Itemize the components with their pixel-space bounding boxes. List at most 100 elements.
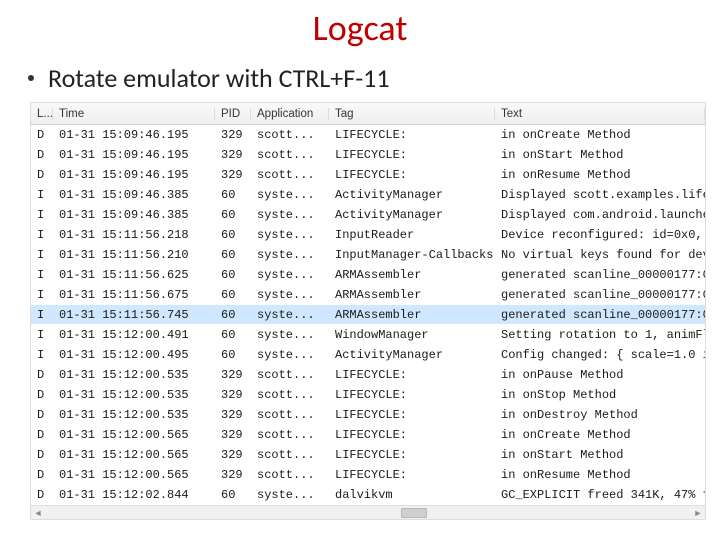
cell-level: D [31,468,53,482]
cell-text: in onCreate Method [495,128,705,142]
cell-level: I [31,288,53,302]
log-row[interactable]: D01-31 15:12:00.565329scott...LIFECYCLE:… [31,465,705,485]
log-row[interactable]: D01-31 15:12:00.535329scott...LIFECYCLE:… [31,365,705,385]
cell-text: Setting rotation to 1, animFlags [495,328,705,342]
cell-text: in onStart Method [495,448,705,462]
log-row[interactable]: I01-31 15:11:56.21860syste...InputReader… [31,225,705,245]
cell-pid: 329 [215,168,251,182]
cell-text: Displayed com.android.launcher/c [495,208,705,222]
cell-level: I [31,348,53,362]
cell-tag: LIFECYCLE: [329,408,495,422]
cell-text: Config changed: { scale=1.0 imsi [495,348,705,362]
cell-level: D [31,128,53,142]
log-row[interactable]: I01-31 15:09:46.38560syste...ActivityMan… [31,185,705,205]
log-row[interactable]: D01-31 15:12:00.565329scott...LIFECYCLE:… [31,445,705,465]
cell-pid: 60 [215,328,251,342]
cell-pid: 329 [215,448,251,462]
cell-text: in onCreate Method [495,428,705,442]
header-text[interactable]: Text [495,108,705,120]
cell-pid: 60 [215,488,251,502]
cell-pid: 329 [215,468,251,482]
cell-tag: InputManager-Callbacks [329,248,495,262]
cell-app: syste... [251,488,329,502]
cell-text: in onStop Method [495,388,705,402]
cell-time: 01-31 15:11:56.625 [53,268,215,282]
cell-app: syste... [251,228,329,242]
cell-time: 01-31 15:12:00.565 [53,448,215,462]
cell-tag: LIFECYCLE: [329,448,495,462]
cell-time: 01-31 15:11:56.218 [53,228,215,242]
cell-time: 01-31 15:12:00.495 [53,348,215,362]
cell-app: syste... [251,268,329,282]
cell-tag: ARMAssembler [329,268,495,282]
cell-time: 01-31 15:12:00.565 [53,428,215,442]
cell-level: D [31,168,53,182]
cell-text: generated scanline_00000177:035 [495,308,705,322]
cell-time: 01-31 15:12:00.491 [53,328,215,342]
header-app[interactable]: Application [251,108,329,120]
cell-text: Device reconfigured: id=0x0, nam [495,228,705,242]
log-row[interactable]: D01-31 15:09:46.195329scott...LIFECYCLE:… [31,165,705,185]
cell-app: syste... [251,208,329,222]
cell-pid: 60 [215,348,251,362]
log-row[interactable]: D01-31 15:09:46.195329scott...LIFECYCLE:… [31,145,705,165]
cell-tag: LIFECYCLE: [329,468,495,482]
cell-pid: 60 [215,288,251,302]
cell-level: D [31,448,53,462]
log-row[interactable]: I01-31 15:09:46.38560syste...ActivityMan… [31,205,705,225]
cell-app: scott... [251,168,329,182]
bullet-icon [28,75,34,81]
bullet-text: Rotate emulator with CTRL+F-11 [48,62,390,94]
cell-pid: 60 [215,208,251,222]
header-time[interactable]: Time [53,108,215,120]
cell-time: 01-31 15:09:46.385 [53,188,215,202]
cell-tag: LIFECYCLE: [329,388,495,402]
cell-level: D [31,488,53,502]
cell-text: in onStart Method [495,148,705,162]
cell-text: No virtual keys found for device [495,248,705,262]
log-row[interactable]: I01-31 15:11:56.62560syste...ARMAssemble… [31,265,705,285]
log-row[interactable]: I01-31 15:11:56.67560syste...ARMAssemble… [31,285,705,305]
log-row[interactable]: D01-31 15:12:02.84460syste...dalvikvmGC_… [31,485,705,505]
slide-title: Logcat [0,6,720,50]
header-level[interactable]: L... [31,108,53,120]
horizontal-scrollbar[interactable]: ◄ ► [31,505,705,519]
cell-app: syste... [251,348,329,362]
bullet-item: Rotate emulator with CTRL+F-11 [28,62,720,94]
scroll-left-icon[interactable]: ◄ [31,506,45,519]
cell-text: generated scanline_00000177:035 [495,288,705,302]
cell-app: syste... [251,248,329,262]
cell-tag: LIFECYCLE: [329,368,495,382]
log-row[interactable]: D01-31 15:12:00.535329scott...LIFECYCLE:… [31,385,705,405]
log-row[interactable]: D01-31 15:12:00.565329scott...LIFECYCLE:… [31,425,705,445]
cell-text: GC_EXPLICIT freed 341K, 47% free [495,488,705,502]
log-row[interactable]: D01-31 15:09:46.195329scott...LIFECYCLE:… [31,125,705,145]
log-row[interactable]: I01-31 15:11:56.21060syste...InputManage… [31,245,705,265]
cell-level: I [31,328,53,342]
cell-text: in onResume Method [495,468,705,482]
header-tag[interactable]: Tag [329,108,495,120]
cell-time: 01-31 15:09:46.195 [53,148,215,162]
cell-pid: 329 [215,408,251,422]
cell-pid: 329 [215,148,251,162]
cell-time: 01-31 15:09:46.195 [53,168,215,182]
header-pid[interactable]: PID [215,108,251,120]
cell-app: scott... [251,468,329,482]
cell-time: 01-31 15:11:56.210 [53,248,215,262]
cell-text: Displayed scott.examples.life.Cy [495,188,705,202]
cell-time: 01-31 15:11:56.675 [53,288,215,302]
cell-pid: 60 [215,268,251,282]
cell-app: syste... [251,288,329,302]
log-row[interactable]: I01-31 15:11:56.74560syste...ARMAssemble… [31,305,705,325]
cell-text: in onDestroy Method [495,408,705,422]
log-row[interactable]: D01-31 15:12:00.535329scott...LIFECYCLE:… [31,405,705,425]
cell-time: 01-31 15:11:56.745 [53,308,215,322]
scroll-right-icon[interactable]: ► [691,506,705,519]
cell-app: syste... [251,188,329,202]
log-row[interactable]: I01-31 15:12:00.49160syste...WindowManag… [31,325,705,345]
scroll-thumb[interactable] [401,508,427,518]
log-row[interactable]: I01-31 15:12:00.49560syste...ActivityMan… [31,345,705,365]
cell-level: I [31,228,53,242]
cell-level: D [31,388,53,402]
cell-tag: ActivityManager [329,208,495,222]
